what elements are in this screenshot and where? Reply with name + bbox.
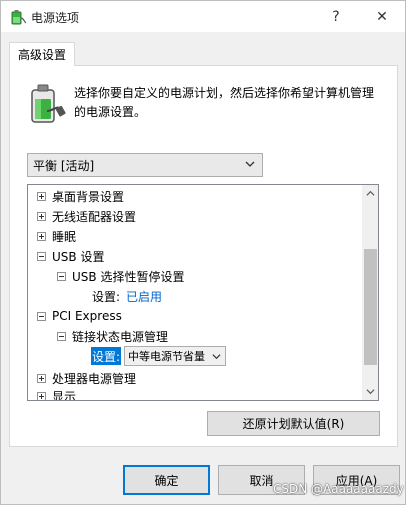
setting-label-selected: 设置:	[91, 347, 122, 365]
tree-item-sleep[interactable]: 睡眠	[37, 226, 76, 246]
link-state-select[interactable]: 中等电源节省量	[124, 346, 227, 366]
expand-icon[interactable]	[37, 211, 46, 221]
settings-tree[interactable]: 桌面背景设置 无线适配器设置 睡眠 USB 设置 USB 选择性暂停设置 设置:…	[27, 184, 379, 401]
collapse-icon[interactable]	[37, 251, 46, 261]
ok-button[interactable]: 确定	[123, 465, 210, 495]
link-state-select-value: 中等电源节省量	[128, 350, 206, 363]
expand-icon[interactable]	[37, 391, 46, 400]
tree-scrollbar[interactable]	[362, 185, 378, 400]
setting-value-link[interactable]: 已启用	[126, 288, 162, 305]
tree-item-usb-settings[interactable]: USB 设置	[37, 246, 104, 266]
collapse-icon[interactable]	[57, 271, 66, 281]
tree-item-pci-express[interactable]: PCI Express	[37, 306, 122, 326]
tab-advanced-settings[interactable]: 高级设置	[9, 42, 75, 66]
chevron-up-icon	[366, 190, 375, 196]
power-plan-value: 平衡 [活动]	[33, 158, 95, 173]
scroll-thumb[interactable]	[364, 249, 377, 365]
tree-item-usb-selective-suspend[interactable]: USB 选择性暂停设置	[57, 266, 184, 286]
chevron-down-icon	[366, 389, 375, 395]
tree-item-wireless-adapter[interactable]: 无线适配器设置	[37, 206, 136, 226]
power-options-window: 电源选项 ? ✕ 高级设置 选择你要自定义的电源计划，然后选择你希望计算机管理的…	[0, 0, 406, 505]
power-plan-select[interactable]: 平衡 [活动]	[27, 153, 263, 177]
collapse-icon[interactable]	[57, 331, 66, 341]
tree-item-usb-setting-value[interactable]: 设置: 已启用	[92, 286, 162, 306]
tree-item-desktop-background[interactable]: 桌面背景设置	[37, 186, 124, 206]
tree-item-display[interactable]: 显示	[37, 386, 76, 400]
title-bar: 电源选项 ? ✕	[1, 1, 405, 32]
scroll-down-button[interactable]	[362, 383, 378, 400]
collapse-icon[interactable]	[37, 311, 46, 321]
expand-icon[interactable]	[37, 373, 46, 383]
expand-icon[interactable]	[37, 231, 46, 241]
apply-button[interactable]: 应用(A)	[313, 465, 400, 495]
chevron-down-icon	[245, 161, 255, 167]
chevron-down-icon	[212, 354, 221, 360]
battery-plug-icon	[31, 84, 66, 123]
tree-item-processor-power[interactable]: 处理器电源管理	[37, 368, 136, 388]
tree-item-link-state-power[interactable]: 链接状态电源管理	[57, 326, 168, 346]
close-button[interactable]: ✕	[359, 1, 405, 32]
power-options-icon	[11, 10, 27, 25]
help-button[interactable]: ?	[313, 1, 359, 32]
description-text: 选择你要自定义的电源计划，然后选择你希望计算机管理的电源设置。	[74, 86, 375, 119]
restore-defaults-button[interactable]: 还原计划默认值(R)	[207, 411, 380, 436]
setting-label: 设置:	[92, 289, 121, 304]
expand-icon[interactable]	[37, 191, 46, 201]
tree-item-link-state-setting[interactable]: 设置: 中等电源节省量	[91, 346, 227, 366]
cancel-button[interactable]: 取消	[218, 465, 305, 495]
window-title: 电源选项	[31, 11, 80, 25]
scroll-up-button[interactable]	[362, 185, 378, 202]
